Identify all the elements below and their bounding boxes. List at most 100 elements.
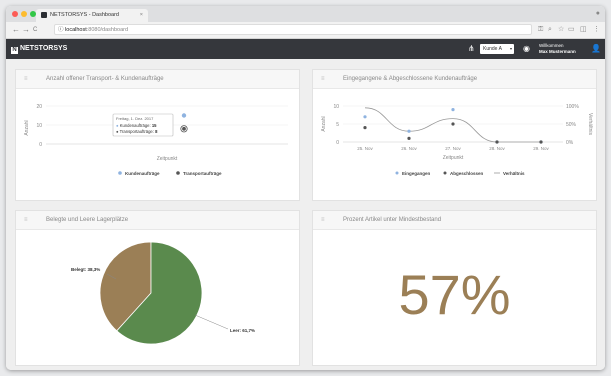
transport-points <box>180 113 188 133</box>
app-header: N NETSTORSYS ⋔ Kunde A ▾ ◉ Willkommen Max… <box>6 39 605 59</box>
card-header: ≡ Prozent Artikel unter Mindestbestand <box>313 211 596 230</box>
address-bar: ← → C ⓘ localhost:8080/dashboard ⚿ ⌕ ☆ ▭… <box>6 22 605 39</box>
app-logo[interactable]: N NETSTORSYS <box>11 44 67 54</box>
key-icon[interactable]: ⚿ <box>538 24 543 36</box>
logo-text: NETSTORSYS <box>20 45 68 52</box>
card-title: Prozent Artikel unter Mindestbestand <box>343 217 442 223</box>
eingegangen-point <box>451 108 455 112</box>
tooltip-row-1: ● Kundenaufträge: 15 <box>116 123 157 128</box>
legend-item[interactable]: Verhältnis <box>503 171 525 176</box>
extension-icon[interactable]: ▭ <box>568 24 575 36</box>
customer-select[interactable]: Kunde A ▾ <box>480 44 514 54</box>
storage-card: ≡ Belegte und Leere Lagerplätze Belegt: … <box>15 210 300 366</box>
pie-slices <box>99 241 229 345</box>
drag-handle-icon[interactable]: ≡ <box>321 215 325 225</box>
tab-icon[interactable]: ◫ <box>580 24 587 36</box>
transport-orders-card: ≡ Anzahl offener Transport- & Kundenauft… <box>15 69 300 201</box>
search-icon[interactable]: ⌕ <box>548 24 552 36</box>
hierarchy-icon[interactable]: ⋔ <box>468 43 475 55</box>
back-button[interactable]: ← <box>12 24 20 36</box>
browser-window: NETSTORSYS - Dashboard × ● ← → C ⓘ local… <box>6 6 605 370</box>
order-status-card: ≡ Eingegangene & Abgeschlossene Kundenau… <box>312 69 597 201</box>
close-window-button[interactable] <box>12 11 18 17</box>
x-tick-label: 28. Nov <box>489 146 505 151</box>
legend-marker <box>176 171 180 175</box>
card-title: Belegte und Leere Lagerplätze <box>46 217 129 223</box>
percent-value: 57% <box>398 263 511 326</box>
y2-axis-label: Verhältnis <box>587 113 593 135</box>
y-tick-label: 10 <box>333 104 339 110</box>
card-title: Eingegangene & Abgeschlossene Kundenauft… <box>343 76 478 82</box>
drag-handle-icon[interactable]: ≡ <box>321 74 325 84</box>
pie-label-occupied: Belegt: 38,3% <box>71 267 100 272</box>
eingegangen-point <box>363 115 367 119</box>
card-header: ≡ Anzahl offener Transport- & Kundenauft… <box>16 70 299 89</box>
y-axis-label: Anzahl <box>24 120 30 135</box>
y-tick-label: 5 <box>336 122 339 128</box>
star-icon[interactable]: ☆ <box>558 24 564 36</box>
browser-titlebar: NETSTORSYS - Dashboard × ● <box>6 6 605 22</box>
tab-title: NETSTORSYS - Dashboard <box>50 12 119 18</box>
menu-icon[interactable]: ⋮ <box>593 24 600 36</box>
x-tick-label: 26. Nov <box>401 146 417 151</box>
stock-percent-card: ≡ Prozent Artikel unter Mindestbestand 5… <box>312 210 597 366</box>
legend-item[interactable]: Abgeschlossen <box>450 171 484 176</box>
info-icon: ⓘ <box>58 27 64 33</box>
tooltip-row-2: ● Transportaufträge: 8 <box>116 129 158 134</box>
url-input[interactable]: ⓘ localhost:8080/dashboard <box>54 24 532 35</box>
abgeschlossen-point <box>495 140 499 144</box>
chart-tooltip: Freitag, 1. Dez. 2017 ● Kundenaufträge: … <box>112 113 174 137</box>
favicon-icon <box>41 12 47 18</box>
dashboard-content: ≡ Anzahl offener Transport- & Kundenauft… <box>6 59 605 370</box>
x-tick-label: 25. Nov <box>357 146 373 151</box>
card-header: ≡ Eingegangene & Abgeschlossene Kundenau… <box>313 70 596 89</box>
legend-marker <box>118 171 122 175</box>
user-name: Max Mustermann <box>539 49 576 54</box>
x-axis-label: Zeitpunkt <box>157 156 178 162</box>
pie-label-connector <box>194 314 229 330</box>
transport-chart: 20 10 0 Anzahl Zeitpunkt Freitag, 1. Dez… <box>24 104 288 176</box>
y-tick-label: 20 <box>36 104 42 110</box>
url-path: :8080/dashboard <box>86 27 129 33</box>
transportauftraege-point <box>182 126 186 131</box>
eye-icon[interactable]: ◉ <box>523 43 530 55</box>
drag-handle-icon[interactable]: ≡ <box>24 74 28 84</box>
pie-label-empty: Leer: 61,7% <box>230 328 255 333</box>
forward-button[interactable]: → <box>22 24 30 36</box>
tab-close-icon[interactable]: × <box>140 9 143 22</box>
tooltip-date: Freitag, 1. Dez. 2017 <box>116 116 154 121</box>
reload-button[interactable]: C <box>33 24 37 36</box>
y-tick-label: 0 <box>39 142 42 148</box>
x-tick-labels: 25. Nov 26. Nov 27. Nov 28. Nov 29. Nov <box>357 146 549 151</box>
abgeschlossen-point <box>539 140 543 144</box>
x-tick-label: 29. Nov <box>533 146 549 151</box>
x-tick-label: 27. Nov <box>445 146 461 151</box>
legend-item[interactable]: Transportaufträge <box>183 171 222 176</box>
legend-marker <box>443 171 447 175</box>
url-host: localhost <box>65 27 87 33</box>
eingegangen-point <box>407 129 411 133</box>
abgeschlossen-point <box>451 122 455 126</box>
y2-tick-label: 0% <box>566 140 574 146</box>
profile-icon[interactable]: ● <box>596 8 600 20</box>
card-title: Anzahl offener Transport- & Kundenaufträ… <box>46 76 164 82</box>
browser-tab[interactable]: NETSTORSYS - Dashboard × <box>36 9 148 22</box>
y2-tick-label: 50% <box>566 122 577 128</box>
legend-item[interactable]: Eingegangen <box>402 171 431 176</box>
orders-series <box>363 107 543 144</box>
drag-handle-icon[interactable]: ≡ <box>24 215 28 225</box>
minimize-window-button[interactable] <box>21 11 27 17</box>
chart-legend: Kundenaufträge Transportaufträge <box>118 171 222 176</box>
y-tick-label: 10 <box>36 123 42 129</box>
card-header: ≡ Belegte und Leere Lagerplätze <box>16 211 299 230</box>
abgeschlossen-point <box>407 136 411 140</box>
user-icon[interactable]: 👤 <box>591 43 601 55</box>
y2-tick-label: 100% <box>566 104 579 110</box>
legend-marker <box>395 171 399 175</box>
storage-pie-chart: Belegt: 38,3% Leer: 61,7% <box>71 241 255 345</box>
x-axis-label: Zeitpunkt <box>443 155 464 161</box>
chart-legend: Eingegangen Abgeschlossen Verhältnis <box>395 171 525 176</box>
y-tick-label: 0 <box>336 140 339 146</box>
legend-item[interactable]: Kundenaufträge <box>125 171 160 176</box>
abgeschlossen-point <box>363 126 367 130</box>
